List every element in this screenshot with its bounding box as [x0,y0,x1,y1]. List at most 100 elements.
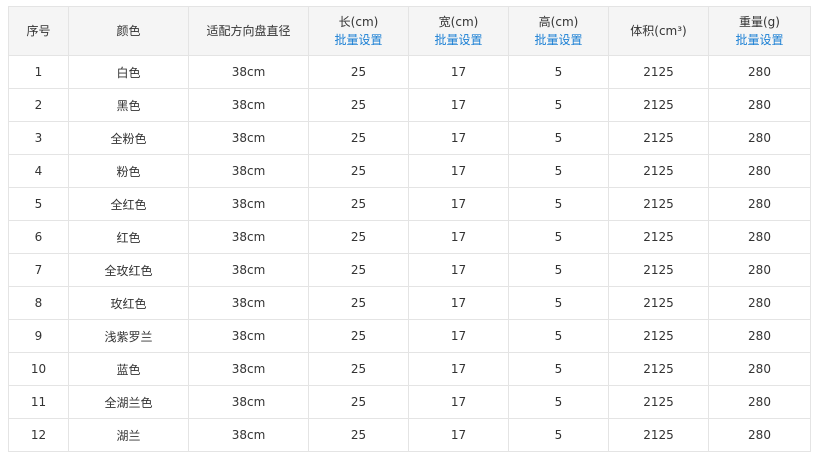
batch-set-weight-link[interactable]: 批量设置 [710,31,810,49]
batch-set-height-link[interactable]: 批量设置 [510,31,608,49]
cell-weight: 280 [708,253,811,287]
cell-volume: 2125 [608,88,709,122]
cell-wheel-diameter: 38cm [188,418,309,452]
cell-height: 5 [508,187,609,221]
cell-volume: 2125 [608,319,709,353]
cell-color: 黑色 [68,88,189,122]
table-row: 7 全玫红色 38cm 25 17 5 2125 280 [8,253,811,287]
cell-wheel-diameter: 38cm [188,154,309,188]
cell-length: 25 [308,385,409,419]
cell-width: 17 [408,187,509,221]
header-volume: 体积(cm³) [608,6,709,56]
cell-width: 17 [408,55,509,89]
cell-wheel-diameter: 38cm [188,88,309,122]
cell-color: 全湖兰色 [68,385,189,419]
table-row: 4 粉色 38cm 25 17 5 2125 280 [8,154,811,188]
cell-width: 17 [408,88,509,122]
cell-length: 25 [308,121,409,155]
cell-length: 25 [308,352,409,386]
cell-weight: 280 [708,220,811,254]
cell-weight: 280 [708,286,811,320]
cell-index: 2 [8,88,69,122]
cell-weight: 280 [708,55,811,89]
cell-volume: 2125 [608,121,709,155]
cell-index: 7 [8,253,69,287]
cell-color: 全玫红色 [68,253,189,287]
cell-height: 5 [508,220,609,254]
cell-volume: 2125 [608,154,709,188]
table-body: 1 白色 38cm 25 17 5 2125 280 2 黑色 38cm 25 17 5 2125 280 3 全… [8,55,811,452]
table-row: 10 蓝色 38cm 25 17 5 2125 280 [8,352,811,386]
cell-weight: 280 [708,352,811,386]
table-row: 3 全粉色 38cm 25 17 5 2125 280 [8,121,811,155]
cell-wheel-diameter: 38cm [188,253,309,287]
cell-wheel-diameter: 38cm [188,187,309,221]
table-row: 8 玫红色 38cm 25 17 5 2125 280 [8,286,811,320]
cell-width: 17 [408,286,509,320]
cell-volume: 2125 [608,187,709,221]
cell-color: 湖兰 [68,418,189,452]
cell-color: 全粉色 [68,121,189,155]
cell-index: 11 [8,385,69,419]
cell-index: 9 [8,319,69,353]
table-row: 9 浅紫罗兰 38cm 25 17 5 2125 280 [8,319,811,353]
header-label: 颜色 [116,24,141,38]
cell-height: 5 [508,55,609,89]
cell-length: 25 [308,286,409,320]
cell-length: 25 [308,88,409,122]
cell-length: 25 [308,253,409,287]
header-label: 适配方向盘直径 [206,24,291,38]
cell-index: 8 [8,286,69,320]
cell-height: 5 [508,319,609,353]
table-row: 2 黑色 38cm 25 17 5 2125 280 [8,88,811,122]
cell-color: 玫红色 [68,286,189,320]
cell-wheel-diameter: 38cm [188,385,309,419]
cell-wheel-diameter: 38cm [188,352,309,386]
cell-width: 17 [408,418,509,452]
cell-width: 17 [408,385,509,419]
table-row: 6 红色 38cm 25 17 5 2125 280 [8,220,811,254]
cell-height: 5 [508,253,609,287]
table-header: 序号 颜色 适配方向盘直径 长(cm) 批量设置 宽(cm) 批量设置 高(cm [8,6,811,56]
cell-color: 浅紫罗兰 [68,319,189,353]
cell-volume: 2125 [608,286,709,320]
batch-set-length-link[interactable]: 批量设置 [310,31,408,49]
cell-weight: 280 [708,418,811,452]
cell-weight: 280 [708,88,811,122]
cell-index: 10 [8,352,69,386]
cell-volume: 2125 [608,220,709,254]
cell-weight: 280 [708,385,811,419]
cell-volume: 2125 [608,253,709,287]
header-label: 体积(cm³) [630,24,687,38]
table-row: 5 全红色 38cm 25 17 5 2125 280 [8,187,811,221]
cell-color: 白色 [68,55,189,89]
cell-length: 25 [308,220,409,254]
batch-set-width-link[interactable]: 批量设置 [410,31,508,49]
cell-color: 蓝色 [68,352,189,386]
cell-width: 17 [408,253,509,287]
cell-color: 红色 [68,220,189,254]
cell-wheel-diameter: 38cm [188,121,309,155]
cell-weight: 280 [708,319,811,353]
cell-length: 25 [308,154,409,188]
header-label: 重量(g) [739,15,780,29]
cell-weight: 280 [708,187,811,221]
header-color: 颜色 [68,6,189,56]
header-wheel-diameter: 适配方向盘直径 [188,6,309,56]
cell-wheel-diameter: 38cm [188,55,309,89]
cell-length: 25 [308,418,409,452]
header-label: 宽(cm) [438,15,479,29]
cell-index: 12 [8,418,69,452]
cell-height: 5 [508,286,609,320]
cell-wheel-diameter: 38cm [188,220,309,254]
cell-height: 5 [508,385,609,419]
cell-height: 5 [508,88,609,122]
cell-color: 粉色 [68,154,189,188]
table-row: 12 湖兰 38cm 25 17 5 2125 280 [8,418,811,452]
cell-height: 5 [508,418,609,452]
header-label: 长(cm) [338,15,379,29]
cell-index: 6 [8,220,69,254]
cell-index: 4 [8,154,69,188]
cell-volume: 2125 [608,352,709,386]
cell-height: 5 [508,154,609,188]
